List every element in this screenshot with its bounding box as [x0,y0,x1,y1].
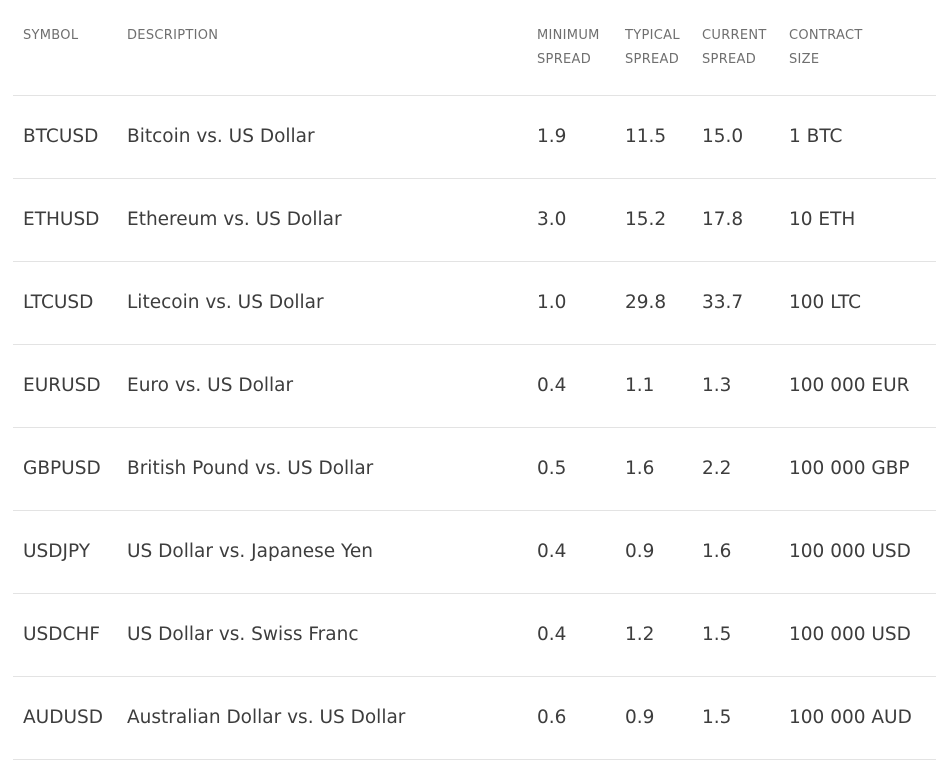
header-contract-size: CONTRACT SIZE [789,28,863,67]
cell-typical-spread: 1.2 [625,624,655,645]
cell-current-spread: 1.6 [702,541,732,562]
table-row: USDJPY US Dollar vs. Japanese Yen 0.4 0.… [13,511,936,594]
cell-typical-spread: 11.5 [625,126,667,147]
cell-typical-spread: 15.2 [625,209,667,230]
cell-symbol: GBPUSD [23,458,101,479]
header-symbol: SYMBOL [23,28,79,43]
cell-description: Bitcoin vs. US Dollar [127,126,315,147]
cell-description: Ethereum vs. US Dollar [127,209,342,230]
cell-minimum-spread: 1.9 [537,126,567,147]
cell-typical-spread: 0.9 [625,541,655,562]
cell-typical-spread: 29.8 [625,292,667,313]
header-typical-spread: TYPICAL SPREAD [625,28,680,67]
cell-symbol: EURUSD [23,375,101,396]
cell-typical-spread: 1.1 [625,375,655,396]
cell-minimum-spread: 0.4 [537,375,567,396]
table-row: LTCUSD Litecoin vs. US Dollar 1.0 29.8 3… [13,262,936,345]
cell-current-spread: 17.8 [702,209,744,230]
cell-current-spread: 33.7 [702,292,744,313]
cell-symbol: BTCUSD [23,126,99,147]
cell-contract-size: 10 ETH [789,209,856,230]
table-row: ETHUSD Ethereum vs. US Dollar 3.0 15.2 1… [13,179,936,262]
header-current-spread: CURRENT SPREAD [702,28,767,67]
table-row: USDCHF US Dollar vs. Swiss Franc 0.4 1.2… [13,594,936,677]
table-row: EURUSD Euro vs. US Dollar 0.4 1.1 1.3 10… [13,345,936,428]
cell-contract-size: 100 LTC [789,292,862,313]
cell-current-spread: 1.3 [702,375,732,396]
cell-current-spread: 15.0 [702,126,744,147]
cell-current-spread: 1.5 [702,707,732,728]
table-row: BTCUSD Bitcoin vs. US Dollar 1.9 11.5 15… [13,96,936,179]
cell-minimum-spread: 0.4 [537,541,567,562]
cell-minimum-spread: 0.6 [537,707,567,728]
cell-description: Euro vs. US Dollar [127,375,294,396]
cell-symbol: ETHUSD [23,209,100,230]
cell-symbol: AUDUSD [23,707,103,728]
cell-current-spread: 2.2 [702,458,732,479]
table-row: AUDUSD Australian Dollar vs. US Dollar 0… [13,677,936,760]
header-description: DESCRIPTION [127,28,219,43]
header-minimum-spread: MINIMUM SPREAD [537,28,600,67]
cell-description: US Dollar vs. Japanese Yen [127,541,374,562]
table-row: GBPUSD British Pound vs. US Dollar 0.5 1… [13,428,936,511]
spreads-table: SYMBOL DESCRIPTION MINIMUM SPREAD TYPICA… [13,0,936,760]
cell-minimum-spread: 0.4 [537,624,567,645]
cell-contract-size: 100 000 GBP [789,458,910,479]
cell-symbol: LTCUSD [23,292,94,313]
cell-contract-size: 100 000 USD [789,541,911,562]
cell-contract-size: 100 000 AUD [789,707,912,728]
cell-symbol: USDCHF [23,624,100,645]
cell-current-spread: 1.5 [702,624,732,645]
cell-contract-size: 1 BTC [789,126,843,147]
cell-typical-spread: 0.9 [625,707,655,728]
cell-contract-size: 100 000 EUR [789,375,910,396]
cell-minimum-spread: 3.0 [537,209,567,230]
cell-description: Australian Dollar vs. US Dollar [127,707,406,728]
cell-description: US Dollar vs. Swiss Franc [127,624,359,645]
cell-symbol: USDJPY [23,541,91,562]
cell-description: Litecoin vs. US Dollar [127,292,324,313]
cell-minimum-spread: 0.5 [537,458,567,479]
cell-typical-spread: 1.6 [625,458,655,479]
cell-contract-size: 100 000 USD [789,624,911,645]
table-header: SYMBOL DESCRIPTION MINIMUM SPREAD TYPICA… [13,0,936,96]
cell-description: British Pound vs. US Dollar [127,458,374,479]
cell-minimum-spread: 1.0 [537,292,567,313]
